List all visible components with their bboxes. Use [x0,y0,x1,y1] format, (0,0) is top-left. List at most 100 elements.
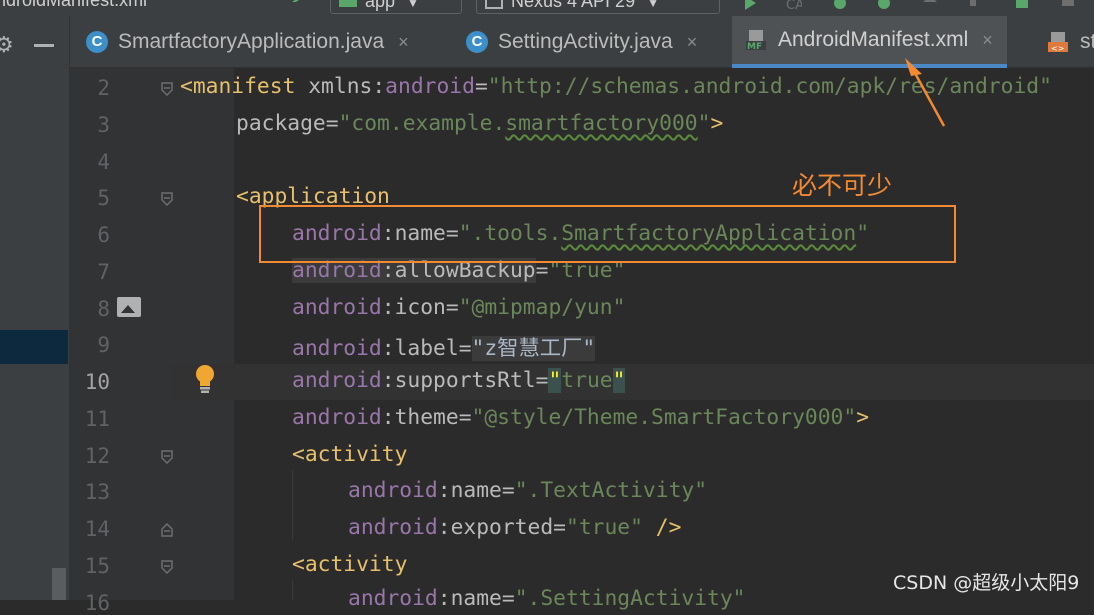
line-number: 3 [97,113,110,137]
line-number: 5 [97,186,110,210]
close-icon[interactable]: × [982,30,993,51]
xml-tag: <manifest [180,74,296,99]
tab-label: SettingActivity.java [498,30,673,53]
run-icon[interactable] [742,0,758,10]
fold-marker-icon[interactable] [161,82,173,96]
line-number: 2 [97,76,110,100]
device-icon [485,0,503,10]
code-line-10[interactable]: android:supportsRtl="true" [292,368,626,393]
tab-styles-xml[interactable]: <> st [1048,16,1094,68]
device-label: Nexus 4 API 29 [511,0,636,11]
stop-icon[interactable] [1060,0,1076,10]
code-line-11[interactable]: android:theme="@style/Theme.SmartFactory… [292,405,869,430]
tab-smartfactory-application[interactable]: C SmartfactoryApplication.java × [86,16,409,68]
editor-gutter: 2 3 4 5 6 7 8 9 10 11 12 13 14 15 16 [70,68,234,615]
indent-guide [292,580,293,600]
xml-namespace: android [292,336,382,361]
xml-value: "@mipmap/yun" [458,295,626,320]
run-config-label: app [365,0,396,11]
code-line-9[interactable]: android:label="z智慧工厂" [292,331,596,362]
close-icon[interactable]: × [398,32,409,53]
close-icon[interactable]: × [687,32,698,53]
main-toolbar: ndroidManifest.xml app ▼ Nexus 4 API 29 ▼ … [0,0,1094,16]
debug-icon[interactable] [832,0,848,10]
xml-value: true [561,368,613,393]
xml-file-icon: <> [1048,31,1070,53]
code-line-15[interactable]: <activity [292,552,407,577]
xml-tag: <activity [292,552,408,577]
line-number: 7 [97,260,110,284]
xml-namespace: android [292,368,382,393]
line-number: 12 [84,444,110,468]
svg-text:MF: MF [747,42,762,51]
line-number: 11 [84,407,110,431]
gear-icon[interactable]: ⚙ [0,34,14,56]
collapse-icon[interactable] [34,44,54,47]
java-class-icon: C [466,31,488,53]
code-line-8[interactable]: android:icon="@mipmap/yun" [292,295,625,320]
xml-attribute: :label [381,336,459,361]
line-number: 6 [97,223,110,247]
sync-icon[interactable] [968,0,984,10]
manifest-file-icon: MF [746,29,768,52]
xml-value: ".TextActivity" [514,478,708,503]
window-title: ndroidManifest.xml [0,0,148,10]
fold-marker-icon[interactable] [161,450,173,464]
chevron-down-icon: ▼ [407,0,419,10]
annotation-highlight-box [259,205,956,263]
tab-setting-activity[interactable]: C SettingActivity.java × [466,16,697,68]
scrollbar-thumb[interactable] [52,568,66,600]
xml-value: " [697,111,711,136]
xml-attribute: package [236,111,326,136]
equals-sign: = [445,295,459,320]
equals-sign: = [535,368,549,393]
xml-value-typo: smartfactory000 [505,111,698,136]
xml-attribute: :theme [381,405,459,430]
lightbulb-icon[interactable] [194,364,216,394]
xml-value: ".SettingActivity" [514,586,746,611]
code-line-13[interactable]: android:name=".TextActivity" [348,478,707,503]
image-resource-icon[interactable] [117,297,141,317]
code-line-2[interactable]: <manifest xmlns:android="http://schemas.… [180,74,1052,99]
svg-text:CA: CA [786,0,802,10]
code-line-12[interactable]: <activity [292,442,407,467]
fold-marker-icon[interactable] [161,192,173,206]
editor-tabs: C SmartfactoryApplication.java × C Setti… [70,16,1094,68]
chevron-down-icon: ▼ [647,0,659,10]
code-line-3[interactable]: package="com.example.smartfactory000"> [236,111,723,136]
annotation-label: 必不可少 [792,171,893,200]
svg-text:<>: <> [1051,44,1064,53]
tab-label: AndroidManifest.xml [778,28,969,51]
code-line-16[interactable]: android:name=".SettingActivity" [348,586,746,611]
line-number: 8 [97,297,110,321]
equals-sign: = [458,336,472,361]
tab-label: st [1080,30,1094,53]
code-line-14[interactable]: android:exported="true" /> [348,515,681,540]
attach-debugger-icon[interactable] [922,0,938,10]
xml-value: "@style/Theme.SmartFactory000" [471,405,857,430]
tab-android-manifest[interactable]: MF AndroidManifest.xml × [732,16,1007,68]
xml-tag-close: /> [642,515,682,540]
xml-attribute: :name [437,478,502,503]
matched-quote: " [612,368,626,393]
apply-changes-icon[interactable]: CA [786,0,802,10]
profiler-icon[interactable] [876,0,892,10]
equals-sign: = [325,111,339,136]
gradle-sync-icon[interactable] [1014,0,1030,10]
xml-attribute: :supportsRtl [381,368,536,393]
run-config-select[interactable]: app ▼ [330,0,462,14]
xml-namespace: android [348,586,438,611]
tab-label: SmartfactoryApplication.java [118,30,385,53]
android-icon [339,0,357,8]
xml-namespace: android [348,478,438,503]
fold-marker-icon[interactable] [161,560,173,574]
fold-end-marker-icon[interactable] [161,523,173,537]
xml-attribute: xmlns: [295,74,386,99]
device-select[interactable]: Nexus 4 API 29 ▼ [476,0,720,14]
line-number: 14 [84,517,110,541]
project-tool-window: ⚙ [0,16,70,600]
arrow-left-icon[interactable] [290,0,306,10]
xml-namespace: android [348,515,438,540]
line-number: 4 [97,150,110,174]
selected-tree-row[interactable] [0,330,68,364]
